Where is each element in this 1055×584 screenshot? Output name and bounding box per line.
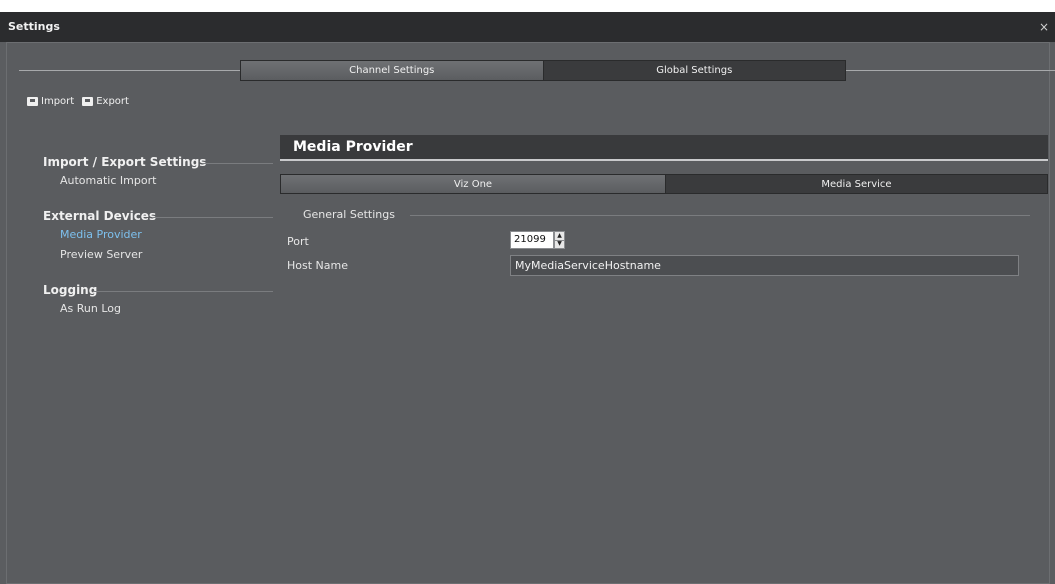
section-logging: Logging: [43, 281, 273, 299]
section-title-logging: Logging: [43, 283, 98, 297]
title-bar: Settings ×: [0, 12, 1055, 42]
import-label: Import: [41, 96, 75, 107]
host-name-label: Host Name: [287, 259, 348, 272]
export-icon: [82, 97, 94, 106]
host-name-input[interactable]: MyMediaServiceHostname: [510, 255, 1019, 276]
import-export-toolbar: Import Export: [27, 96, 129, 107]
spin-down-icon[interactable]: ▼: [555, 239, 564, 249]
section-divider: [93, 291, 273, 292]
sidebar-item-preview-server[interactable]: Preview Server: [43, 245, 273, 265]
spin-up-icon[interactable]: ▲: [555, 232, 564, 240]
sidebar-item-as-run-log[interactable]: As Run Log: [43, 299, 273, 319]
section-import-export: Import / Export Settings: [43, 153, 273, 171]
port-label: Port: [287, 235, 309, 248]
section-divider: [153, 217, 273, 218]
import-icon: [27, 97, 38, 106]
section-title-external-devices: External Devices: [43, 209, 157, 223]
top-tab-bar: Channel Settings Global Settings: [240, 60, 846, 81]
tab-media-service[interactable]: Media Service: [666, 175, 1047, 193]
general-settings-divider: [410, 215, 1030, 216]
settings-content: Channel Settings Global Settings Import …: [6, 42, 1055, 584]
port-stepper: 21099 ▲ ▼: [510, 231, 578, 249]
section-title-import-export: Import / Export Settings: [43, 155, 207, 169]
section-divider: [203, 163, 273, 164]
panel-title: Media Provider: [293, 139, 413, 155]
media-provider-tabs: Viz One Media Service: [280, 174, 1048, 194]
export-button[interactable]: Export: [82, 96, 129, 107]
settings-window: Settings × Channel Settings Global Setti…: [0, 12, 1055, 584]
export-label: Export: [96, 96, 129, 107]
tab-channel-settings[interactable]: Channel Settings: [241, 61, 544, 80]
panel-header: Media Provider: [280, 135, 1048, 161]
section-external-devices: External Devices: [43, 207, 273, 225]
port-input[interactable]: 21099: [510, 231, 554, 249]
window-title: Settings: [8, 20, 60, 33]
general-settings-title: General Settings: [303, 208, 395, 221]
settings-sidebar: Import / Export Settings Automatic Impor…: [43, 153, 273, 319]
tab-global-settings[interactable]: Global Settings: [543, 61, 845, 80]
tab-viz-one[interactable]: Viz One: [281, 175, 666, 193]
import-button[interactable]: Import: [27, 96, 74, 107]
sidebar-item-media-provider[interactable]: Media Provider: [43, 225, 273, 245]
sidebar-item-automatic-import[interactable]: Automatic Import: [43, 171, 273, 191]
close-icon[interactable]: ×: [1039, 20, 1049, 34]
port-spinner: ▲ ▼: [554, 231, 565, 249]
